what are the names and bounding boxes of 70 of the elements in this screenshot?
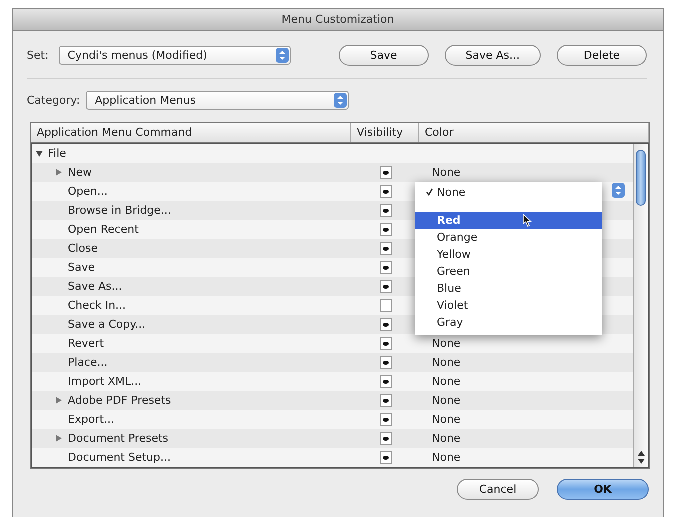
command-name: New (68, 166, 92, 179)
set-dropdown[interactable]: Cyndi's menus (Modified) (58, 46, 291, 65)
color-value[interactable]: None (420, 413, 461, 426)
column-header[interactable]: Color (419, 123, 649, 142)
menu-item[interactable]: Red (415, 212, 602, 229)
command-name: Export... (68, 413, 114, 426)
stepper-icon (276, 48, 289, 63)
menu-item[interactable]: Orange (415, 229, 602, 246)
column-header[interactable]: Application Menu Command (31, 123, 351, 142)
command-name: Save a Copy... (68, 318, 146, 331)
menu-item[interactable]: None (415, 184, 602, 201)
menu-item[interactable]: Green (415, 263, 602, 280)
visibility-checkbox[interactable] (380, 204, 392, 217)
cancel-button[interactable]: Cancel (457, 479, 539, 500)
command-name: Import XML... (68, 375, 142, 388)
command-name: Browse in Bridge... (68, 204, 172, 217)
command-name: Save (68, 261, 96, 274)
category-label: Category: (27, 94, 80, 107)
scroll-up-icon[interactable] (638, 450, 644, 456)
cursor-icon (523, 214, 532, 227)
color-value[interactable]: None (420, 166, 461, 179)
visibility-checkbox[interactable] (380, 223, 392, 236)
color-value[interactable]: None (420, 375, 461, 388)
command-name: Place... (68, 356, 108, 369)
color-value[interactable]: None (420, 451, 461, 464)
command-name: Revert (68, 337, 104, 350)
color-value[interactable]: None (420, 394, 461, 407)
scrollbar[interactable] (633, 144, 648, 467)
command-name: Document Setup... (68, 451, 171, 464)
command-name: Check In... (68, 299, 126, 312)
command-name: Document Presets (68, 432, 169, 445)
visibility-checkbox[interactable] (380, 394, 392, 407)
visibility-checkbox[interactable] (380, 356, 392, 369)
delete-button[interactable]: Delete (557, 45, 647, 66)
color-value[interactable]: None (420, 432, 461, 445)
command-name: Open... (68, 185, 108, 198)
visibility-checkbox[interactable] (380, 185, 392, 198)
save-as-button[interactable]: Save As... (444, 45, 541, 66)
category-dropdown[interactable]: Application Menus (86, 91, 350, 110)
menu-item[interactable]: Blue (415, 280, 602, 297)
command-name: Save As... (68, 280, 122, 293)
scroll-down-icon[interactable] (638, 459, 644, 465)
column-header[interactable]: Visibility (351, 123, 419, 142)
color-value[interactable]: None (420, 337, 461, 350)
visibility-checkbox[interactable] (380, 166, 392, 179)
visibility-checkbox[interactable] (380, 451, 392, 464)
menu-item[interactable]: Gray (415, 314, 602, 331)
visibility-checkbox[interactable] (380, 413, 392, 426)
color-value[interactable]: None (420, 356, 461, 369)
stepper-icon (334, 93, 348, 108)
set-label: Set: (27, 49, 49, 62)
ok-button[interactable]: OK (557, 479, 649, 500)
menu-item[interactable]: Violet (415, 297, 602, 314)
visibility-checkbox[interactable] (380, 299, 392, 312)
visibility-checkbox[interactable] (380, 242, 392, 255)
checkmark-icon (426, 188, 433, 196)
visibility-checkbox[interactable] (380, 432, 392, 445)
visibility-checkbox[interactable] (380, 375, 392, 388)
visibility-checkbox[interactable] (380, 261, 392, 274)
command-name: Adobe PDF Presets (68, 394, 172, 407)
command-name: Close (68, 242, 98, 255)
visibility-checkbox[interactable] (380, 318, 392, 331)
visibility-checkbox[interactable] (380, 280, 392, 293)
menu-item[interactable]: Yellow (415, 246, 602, 263)
scroll-thumb[interactable] (636, 150, 646, 206)
save-button[interactable]: Save (338, 45, 429, 66)
visibility-checkbox[interactable] (380, 337, 392, 350)
window-title: Menu Customization (282, 13, 394, 26)
command-name: File (48, 147, 66, 160)
command-name: Open Recent (68, 223, 139, 236)
